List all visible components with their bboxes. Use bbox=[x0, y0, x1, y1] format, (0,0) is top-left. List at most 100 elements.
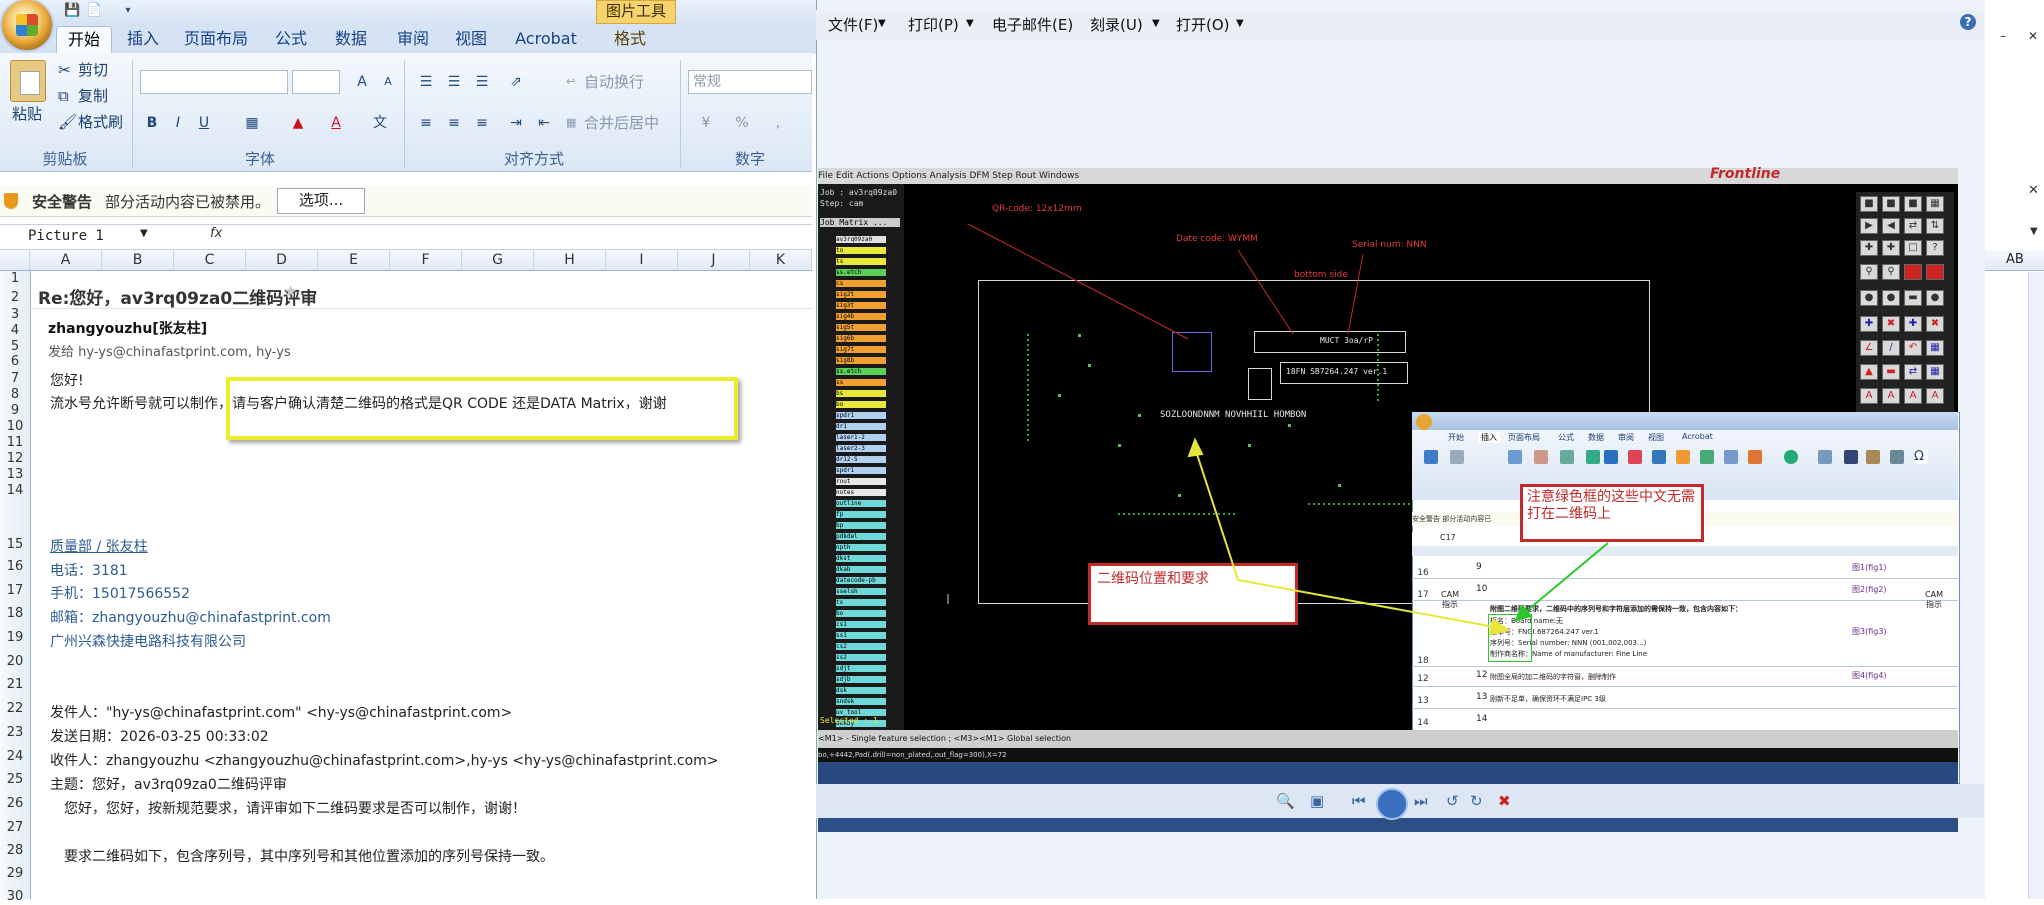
column-header[interactable]: E bbox=[318, 250, 390, 270]
row-header[interactable]: 12 bbox=[0, 451, 30, 467]
save-icon[interactable]: 💾 bbox=[64, 3, 80, 19]
wrap-text-button[interactable]: 自动换行 bbox=[584, 70, 644, 94]
row-header[interactable]: 27 bbox=[0, 820, 30, 836]
column-header[interactable]: AB bbox=[2006, 252, 2024, 267]
office-button[interactable] bbox=[2, 0, 52, 50]
merge-center-button[interactable]: 合并后居中 bbox=[584, 111, 659, 135]
row-header[interactable]: 20 bbox=[0, 654, 30, 670]
delete-icon[interactable]: ✖ bbox=[1498, 792, 1511, 810]
row-header[interactable]: 2 bbox=[0, 290, 30, 306]
close-security-icon[interactable]: ✕ bbox=[2028, 183, 2039, 198]
name-box-dropdown-icon[interactable]: ▼ bbox=[140, 228, 148, 239]
underline-button[interactable]: U bbox=[192, 111, 216, 135]
percent-button[interactable]: % bbox=[730, 111, 754, 135]
menu-print[interactable]: 打印(P) bbox=[908, 14, 959, 35]
menu-burn[interactable]: 刻录(U) bbox=[1090, 14, 1143, 35]
font-name-combo[interactable] bbox=[140, 70, 288, 94]
column-header[interactable]: H bbox=[534, 250, 606, 270]
function-button[interactable]: fx bbox=[210, 226, 222, 241]
rotate-left-icon[interactable]: ↺ bbox=[1446, 792, 1459, 810]
help-icon[interactable]: ? bbox=[1960, 14, 1976, 30]
tab-format[interactable]: 格式 bbox=[604, 26, 656, 52]
grow-font-button[interactable]: A bbox=[350, 70, 374, 94]
column-header[interactable]: F bbox=[390, 250, 462, 270]
select-all-corner[interactable] bbox=[0, 250, 30, 270]
security-options-button[interactable]: 选项... bbox=[277, 188, 365, 214]
row-header[interactable]: 6 bbox=[0, 354, 30, 370]
row-header[interactable]: 8 bbox=[0, 387, 30, 403]
font-size-combo[interactable] bbox=[292, 70, 340, 94]
indent-icon[interactable]: ⇥ bbox=[504, 111, 528, 135]
tab-page-layout[interactable]: 页面布局 bbox=[176, 26, 256, 52]
row-header[interactable]: 5 bbox=[0, 339, 30, 355]
row-header[interactable]: 13 bbox=[0, 467, 30, 483]
rotate-right-icon[interactable]: ↻ bbox=[1470, 792, 1483, 810]
align-left-icon[interactable]: ≡ bbox=[414, 111, 438, 135]
customize-icon[interactable]: ▾ bbox=[120, 3, 136, 19]
new-doc-icon[interactable]: 📄 bbox=[86, 3, 102, 19]
orientation-icon[interactable]: ⇗ bbox=[504, 70, 528, 94]
row-header[interactable]: 9 bbox=[0, 403, 30, 419]
row-header[interactable]: 10 bbox=[0, 419, 30, 435]
align-center-icon[interactable]: ≡ bbox=[442, 111, 466, 135]
tab-view[interactable]: 视图 bbox=[446, 26, 496, 52]
row-header[interactable]: 24 bbox=[0, 749, 30, 765]
copy-button[interactable]: 复制 bbox=[78, 84, 108, 108]
row-header[interactable]: 11 bbox=[0, 435, 30, 451]
row-header[interactable]: 15 bbox=[0, 537, 30, 553]
italic-button[interactable]: I bbox=[166, 111, 190, 135]
border-icon[interactable]: ▦ bbox=[240, 111, 264, 135]
tab-review[interactable]: 审阅 bbox=[388, 26, 438, 52]
row-header[interactable]: 28 bbox=[0, 843, 30, 859]
menu-file[interactable]: 文件(F) bbox=[828, 14, 878, 35]
align-middle-icon[interactable]: ☰ bbox=[442, 70, 466, 94]
column-header[interactable]: I bbox=[606, 250, 678, 270]
row-header[interactable]: 23 bbox=[0, 725, 30, 741]
column-header[interactable]: G bbox=[462, 250, 534, 270]
row-header[interactable]: 18 bbox=[0, 606, 30, 622]
column-header[interactable]: J bbox=[678, 250, 750, 270]
row-header[interactable]: 16 bbox=[0, 559, 30, 575]
expand-formula-icon[interactable]: ▼ bbox=[2030, 226, 2038, 237]
fit-icon[interactable]: ▣ bbox=[1310, 792, 1324, 810]
column-header[interactable]: A bbox=[30, 250, 102, 270]
tab-home[interactable]: 开始 bbox=[56, 26, 112, 53]
menu-email[interactable]: 电子邮件(E) bbox=[992, 14, 1073, 35]
slideshow-button[interactable] bbox=[1376, 788, 1408, 820]
row-header[interactable]: 21 bbox=[0, 677, 30, 693]
row-header[interactable]: 19 bbox=[0, 630, 30, 646]
align-bottom-icon[interactable]: ☰ bbox=[470, 70, 494, 94]
row-header[interactable]: 1 bbox=[0, 271, 30, 287]
row-header[interactable]: 17 bbox=[0, 583, 30, 599]
row-header[interactable]: 29 bbox=[0, 866, 30, 882]
row-header[interactable]: 26 bbox=[0, 796, 30, 812]
row-header[interactable]: 22 bbox=[0, 701, 30, 717]
column-header[interactable]: D bbox=[246, 250, 318, 270]
column-header[interactable]: C bbox=[174, 250, 246, 270]
minimize-icon[interactable]: – bbox=[2000, 29, 2006, 43]
name-box[interactable]: Picture 1 bbox=[0, 225, 150, 247]
phonetic-icon[interactable]: 文 bbox=[368, 111, 392, 135]
shrink-font-button[interactable]: A bbox=[376, 70, 400, 94]
outdent-icon[interactable]: ⇤ bbox=[532, 111, 556, 135]
zoom-icon[interactable]: 🔍 bbox=[1276, 792, 1295, 810]
font-color-button[interactable]: A bbox=[324, 111, 348, 135]
row-header[interactable]: 3 bbox=[0, 307, 30, 323]
menu-open[interactable]: 打开(O) bbox=[1176, 14, 1230, 35]
fill-color-icon[interactable]: ▲ bbox=[286, 111, 310, 135]
comma-icon[interactable]: , bbox=[766, 111, 790, 135]
tab-acrobat[interactable]: Acrobat bbox=[508, 26, 584, 52]
column-header[interactable]: K bbox=[750, 250, 812, 270]
close-icon[interactable]: ✕ bbox=[2028, 29, 2038, 43]
cut-button[interactable]: 剪切 bbox=[78, 58, 108, 82]
row-header[interactable]: 30 bbox=[0, 889, 30, 905]
row-header[interactable]: 7 bbox=[0, 371, 30, 387]
row-header[interactable]: 4 bbox=[0, 323, 30, 339]
vertical-scrollbar[interactable] bbox=[2028, 272, 2044, 899]
align-right-icon[interactable]: ≡ bbox=[470, 111, 494, 135]
currency-icon[interactable]: ¥ bbox=[694, 111, 718, 135]
bold-button[interactable]: B bbox=[140, 111, 164, 135]
tab-formulas[interactable]: 公式 bbox=[266, 26, 316, 52]
next-icon[interactable]: ⏭ bbox=[1414, 792, 1428, 810]
row-header[interactable]: 25 bbox=[0, 772, 30, 788]
